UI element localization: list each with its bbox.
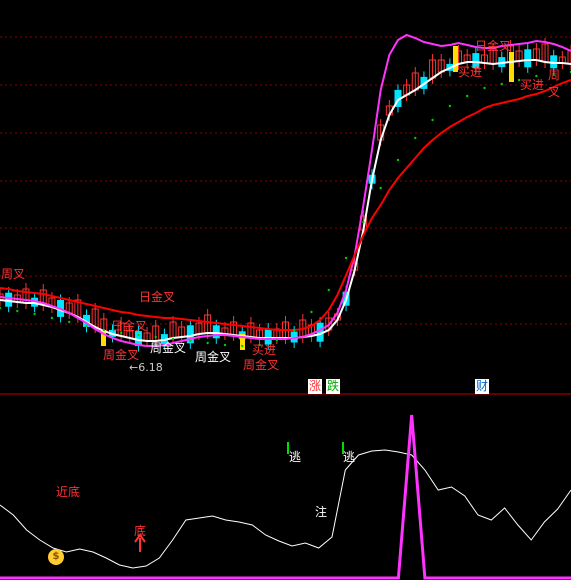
label-zhou-jin-cha-1: 周金叉 xyxy=(150,341,187,355)
label-tao-2: 逃 xyxy=(343,450,356,464)
label-tao-1: 逃 xyxy=(289,450,302,464)
label-di: 底 xyxy=(134,524,147,538)
label-ri-jin-cha-3: 日金叉 xyxy=(475,39,512,53)
label-zhou-jin-cha-3: 周金叉 xyxy=(243,358,280,372)
label-zhu: 注 xyxy=(315,505,328,519)
label-jin-di: 近底 xyxy=(56,485,81,499)
spike-line xyxy=(0,414,571,580)
label-ri-jin-cha-1: 日金叉 xyxy=(139,290,176,304)
label-zhou-jin-cha-2: 周金叉 xyxy=(195,350,232,364)
label-zhou-cha-left: 周叉 xyxy=(1,267,26,281)
label-ri-jin-cha-2: 日金叉 xyxy=(111,319,148,333)
price-tag: ←6.18 xyxy=(129,361,163,374)
label-mai-jin-2: 买进 xyxy=(458,65,483,79)
money-bag-icon: $ xyxy=(48,549,64,565)
label-mai-jin-1: 买进 xyxy=(252,343,277,357)
oscillator-line xyxy=(0,449,571,569)
label-zhou-jin-right: 周叉 xyxy=(548,68,561,99)
oscillator-panel xyxy=(0,414,571,580)
die-badge: 跌 xyxy=(326,379,340,394)
stock-chart: 日金叉 日金叉 周金叉 周金叉 周金叉 周金叉 买进 周叉 日金叉 买进 买进 … xyxy=(0,0,571,580)
zhang-badge: 涨 xyxy=(308,379,322,394)
label-mai-jin-3: 买进 xyxy=(520,78,545,92)
cai-badge: 财 xyxy=(475,379,489,394)
